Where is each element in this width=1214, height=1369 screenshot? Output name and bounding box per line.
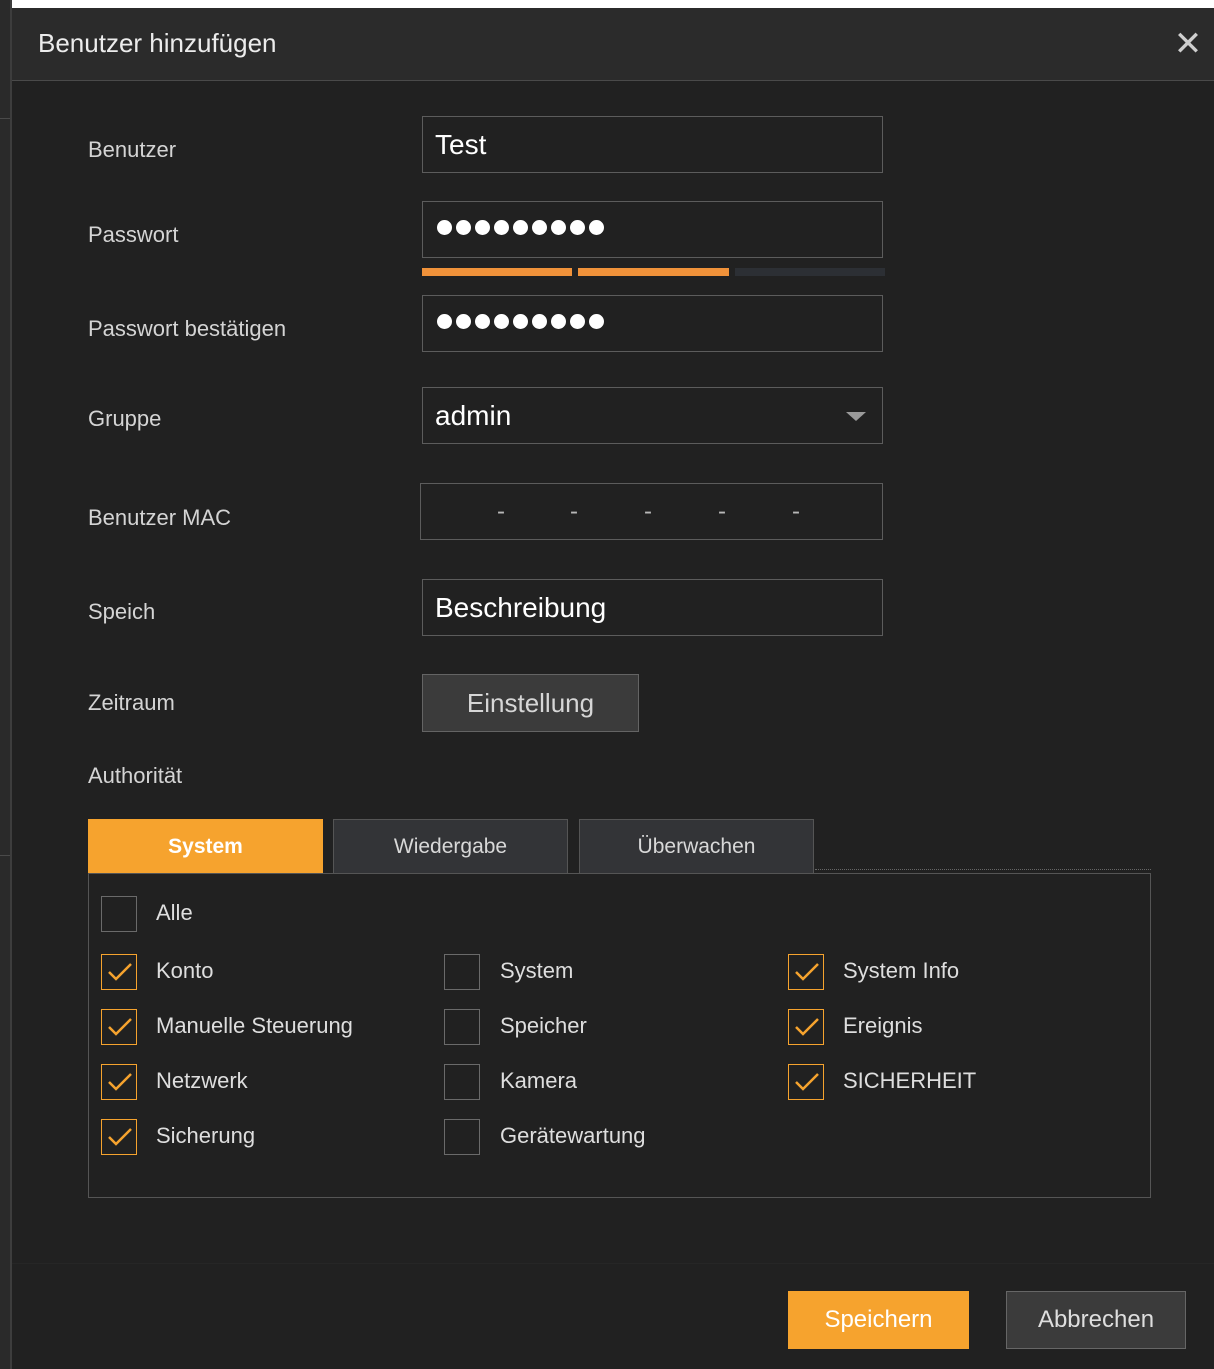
group-select[interactable]: admin bbox=[422, 387, 883, 444]
confirm-password-label: Passwort bestätigen bbox=[88, 316, 287, 341]
checkbox-event[interactable] bbox=[788, 1009, 824, 1045]
period-label: Zeitraum bbox=[88, 690, 175, 715]
mac-separator: - bbox=[497, 498, 505, 525]
checkbox-label: Ereignis bbox=[843, 1013, 923, 1038]
checkbox-all[interactable] bbox=[101, 896, 137, 932]
background-divider bbox=[0, 855, 12, 856]
memo-input[interactable]: Beschreibung bbox=[422, 579, 883, 636]
save-button[interactable]: Speichern bbox=[788, 1291, 969, 1349]
mac-separator: - bbox=[644, 498, 652, 525]
checkmark-icon bbox=[795, 1073, 819, 1091]
tab-monitor[interactable]: Überwachen bbox=[579, 819, 814, 873]
password-label: Passwort bbox=[88, 222, 179, 247]
memo-label: Speich bbox=[88, 599, 156, 624]
checkbox-label: Manuelle Steuerung bbox=[156, 1013, 353, 1038]
checkbox-backup[interactable] bbox=[101, 1119, 137, 1155]
checkbox-all-label: Alle bbox=[156, 900, 193, 925]
checkmark-icon bbox=[108, 1128, 132, 1146]
checkbox-system[interactable] bbox=[444, 954, 480, 990]
group-select-value: admin bbox=[435, 400, 512, 431]
cancel-button[interactable]: Abbrechen bbox=[1006, 1291, 1186, 1349]
mac-separator: - bbox=[718, 498, 726, 525]
checkbox-label: Gerätewartung bbox=[500, 1123, 646, 1148]
strength-segment bbox=[578, 268, 729, 276]
footer-divider bbox=[12, 1263, 1214, 1264]
checkbox-label: SICHERHEIT bbox=[843, 1068, 977, 1093]
strength-segment bbox=[734, 268, 885, 276]
checkbox-manual-control[interactable] bbox=[101, 1009, 137, 1045]
checkbox-label: Speicher bbox=[500, 1013, 587, 1038]
checkbox-label: Konto bbox=[156, 958, 214, 983]
checkmark-icon bbox=[108, 963, 132, 981]
close-icon[interactable]: ✕ bbox=[1170, 26, 1206, 62]
checkmark-icon bbox=[795, 963, 819, 981]
checkbox-label: System bbox=[500, 958, 574, 983]
add-user-dialog: Benutzer hinzufügen ✕ Benutzer Test Pass… bbox=[12, 8, 1214, 1369]
group-label: Gruppe bbox=[88, 406, 162, 431]
period-setting-button[interactable]: Einstellung bbox=[422, 674, 639, 732]
password-strength-meter bbox=[422, 268, 885, 276]
checkmark-icon bbox=[108, 1018, 132, 1036]
checkmark-icon bbox=[795, 1018, 819, 1036]
user-input-value: Test bbox=[435, 129, 487, 160]
memo-input-value: Beschreibung bbox=[435, 592, 607, 623]
tab-system[interactable]: System bbox=[88, 819, 323, 873]
checkbox-storage[interactable] bbox=[444, 1009, 480, 1045]
password-input[interactable] bbox=[422, 201, 883, 258]
checkbox-label: Sicherung bbox=[156, 1123, 256, 1148]
mac-address-input[interactable]: - - - - - bbox=[420, 483, 883, 540]
checkbox-label: System Info bbox=[843, 958, 960, 983]
background-divider bbox=[0, 118, 12, 119]
tab-divider bbox=[815, 869, 1151, 871]
mac-separator: - bbox=[792, 498, 800, 525]
password-masked-value bbox=[437, 220, 604, 240]
checkbox-label: Kamera bbox=[500, 1068, 578, 1093]
tab-playback[interactable]: Wiedergabe bbox=[333, 819, 568, 873]
user-input[interactable]: Test bbox=[422, 116, 883, 173]
checkbox-label: Netzwerk bbox=[156, 1068, 248, 1093]
mac-label: Benutzer MAC bbox=[88, 505, 232, 530]
checkbox-konto[interactable] bbox=[101, 954, 137, 990]
dialog-title: Benutzer hinzufügen bbox=[38, 28, 277, 58]
confirm-password-input[interactable] bbox=[422, 295, 883, 352]
confirm-password-masked-value bbox=[437, 314, 604, 334]
checkbox-maintenance[interactable] bbox=[444, 1119, 480, 1155]
permission-panel: Alle Konto System System Info Manuelle S… bbox=[88, 873, 1151, 1198]
checkbox-system-info[interactable] bbox=[788, 954, 824, 990]
user-label: Benutzer bbox=[88, 137, 177, 162]
mac-separator: - bbox=[570, 498, 578, 525]
checkbox-network[interactable] bbox=[101, 1064, 137, 1100]
dialog-titlebar: Benutzer hinzufügen ✕ bbox=[12, 8, 1214, 81]
background-window bbox=[0, 0, 12, 1369]
checkbox-security[interactable] bbox=[788, 1064, 824, 1100]
strength-segment bbox=[422, 268, 573, 276]
checkbox-camera[interactable] bbox=[444, 1064, 480, 1100]
authority-label: Authorität bbox=[88, 763, 183, 788]
chevron-down-icon bbox=[846, 412, 866, 421]
checkmark-icon bbox=[108, 1073, 132, 1091]
